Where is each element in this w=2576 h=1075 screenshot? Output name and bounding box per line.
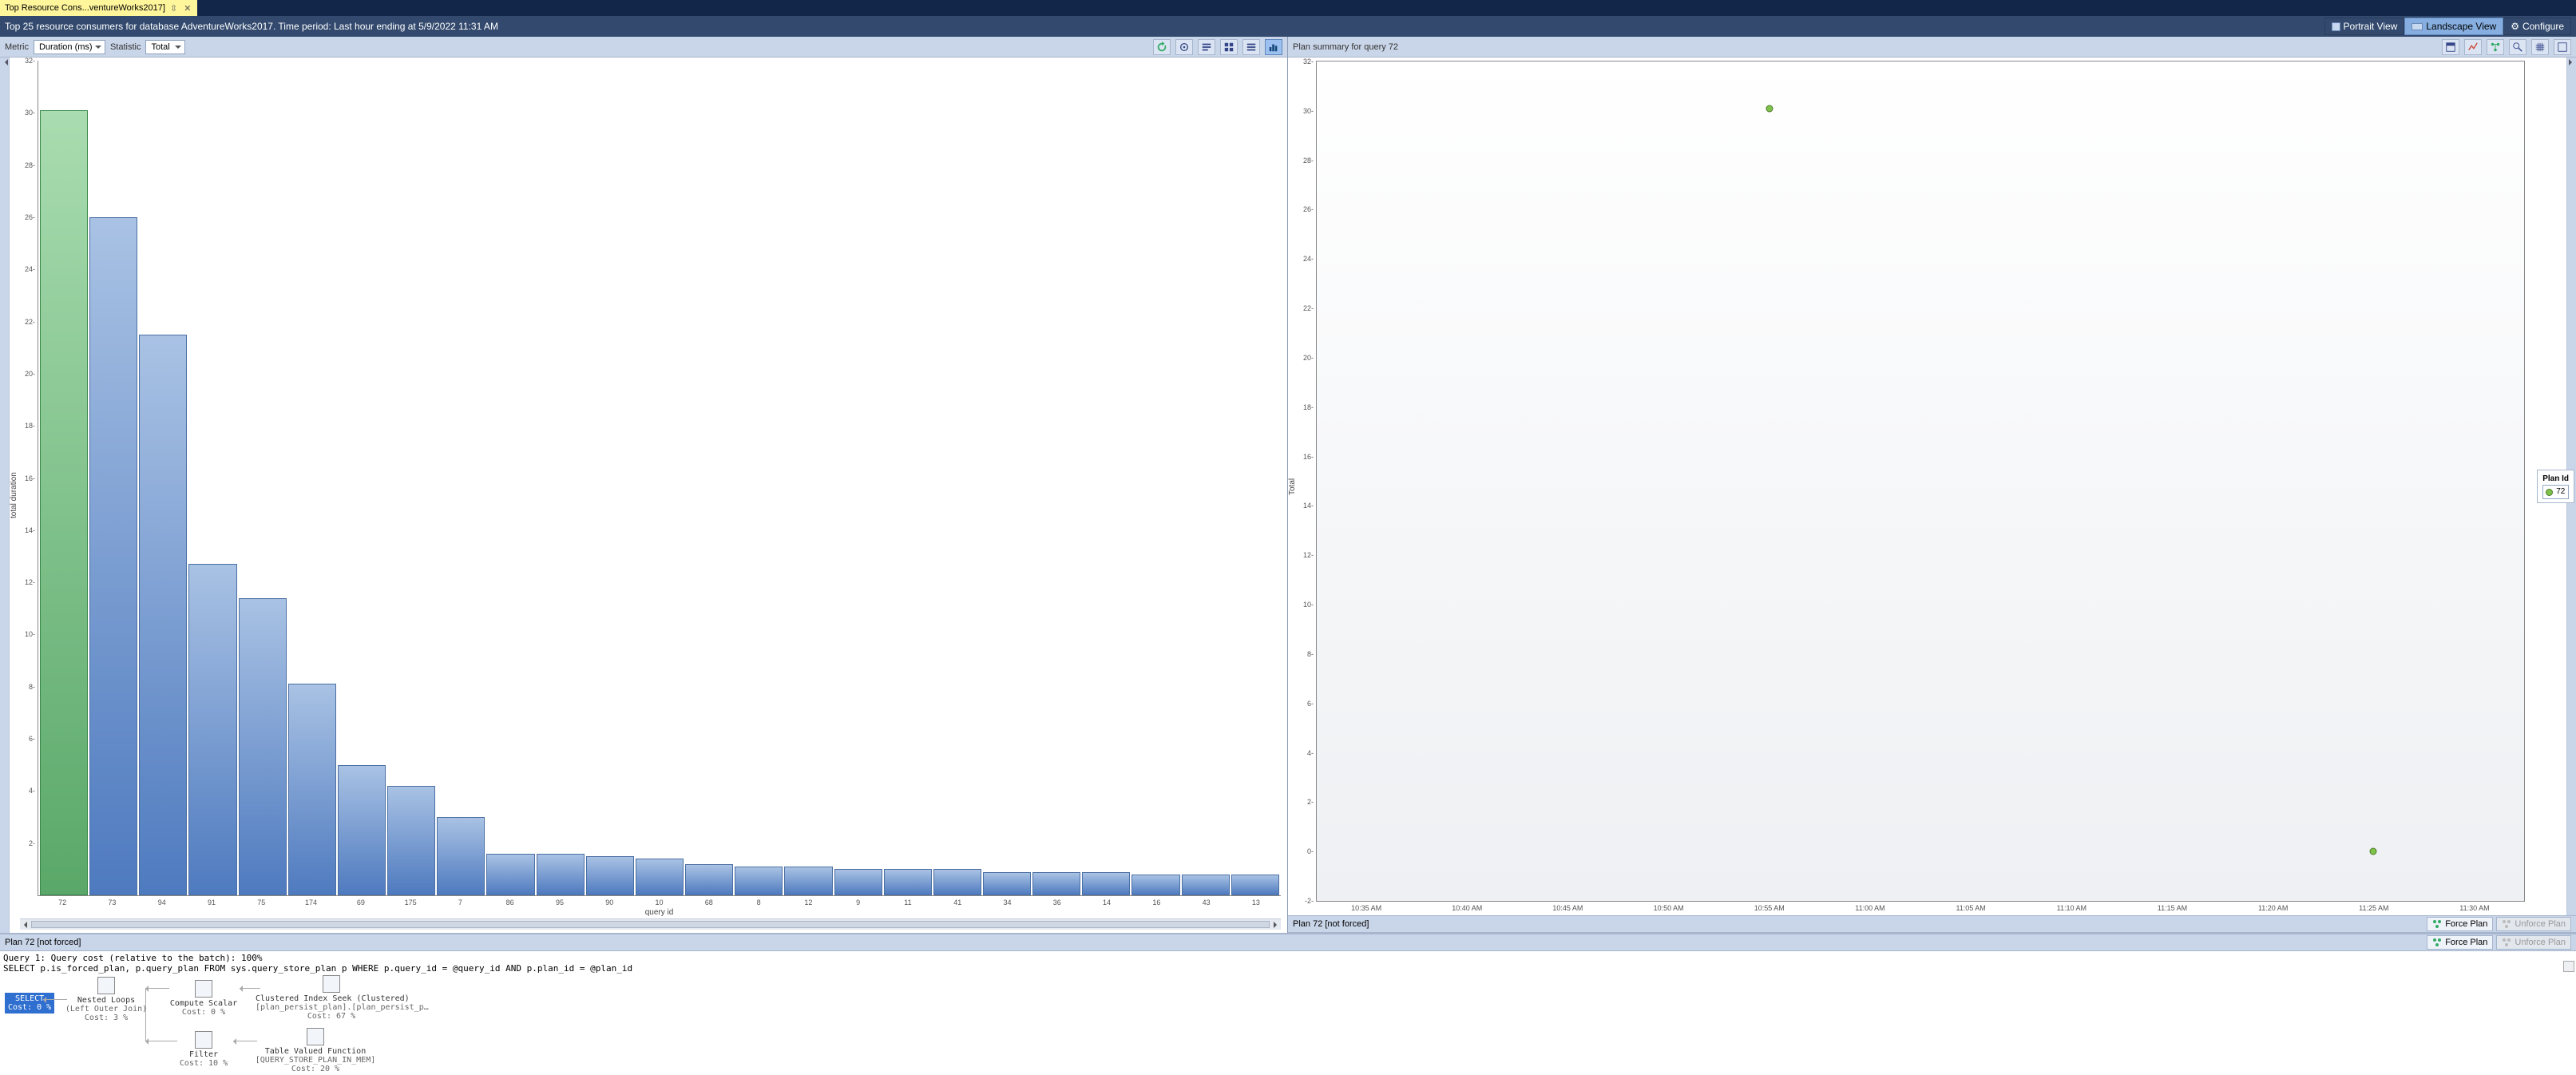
bar[interactable] [40, 110, 88, 895]
bar[interactable] [537, 854, 585, 895]
filter-icon [195, 1031, 212, 1049]
compute-icon [195, 980, 212, 998]
bar[interactable] [437, 817, 485, 895]
plan-node-compute-scalar[interactable]: Compute Scalar Cost: 0 % [164, 980, 244, 1017]
tab-strip: Top Resource Cons...ventureWorks2017] ⇳ … [0, 0, 2576, 16]
y-axis-label: total duration [10, 58, 18, 933]
bar[interactable] [1231, 875, 1279, 895]
detail-button[interactable] [1198, 39, 1215, 55]
metric-label: Metric [5, 42, 29, 52]
bar[interactable] [1032, 872, 1080, 895]
pin-icon[interactable]: ⇳ [170, 3, 177, 14]
bar[interactable] [834, 869, 882, 895]
bar[interactable] [784, 867, 832, 895]
view-queries-button[interactable] [2442, 39, 2459, 55]
bar[interactable] [139, 335, 187, 895]
bar[interactable] [288, 684, 336, 895]
page-title: Top 25 resource consumers for database A… [5, 21, 498, 32]
left-toolbar: Metric Duration (ms) Statistic Total [0, 37, 1287, 58]
bar[interactable] [1082, 872, 1130, 895]
bar[interactable] [338, 765, 386, 895]
execution-plan-canvas[interactable]: SELECT Cost: 0 % Nested Loops (Left Oute… [0, 974, 2576, 1075]
refresh-button[interactable] [1153, 39, 1171, 55]
x-axis-label: query id [38, 906, 1281, 918]
chart-hscroll[interactable] [20, 918, 1281, 930]
scatter-y-axis-label: Total [1288, 58, 1297, 915]
metric-combo[interactable]: Duration (ms) [34, 40, 105, 54]
grid-view-button[interactable] [1220, 39, 1238, 55]
plan-header-bar: Plan 72 [not forced] Force Plan Unforce … [0, 934, 2576, 951]
query-cost-line: Query 1: Query cost (relative to the bat… [3, 953, 2573, 963]
bar[interactable] [188, 564, 236, 895]
list-view-button[interactable] [1242, 39, 1260, 55]
bar[interactable] [735, 867, 783, 895]
plan-node-tvf[interactable]: Table Valued Function [QUERY_STORE_PLAN_… [252, 1028, 379, 1073]
track-button[interactable] [1175, 39, 1193, 55]
document-tab[interactable]: Top Resource Cons...ventureWorks2017] ⇳ … [0, 0, 197, 16]
plan-header: Plan 72 [not forced] Force Plan Unforce … [1288, 915, 2576, 933]
bar[interactable] [1182, 875, 1230, 895]
unforce-plan-button: Unforce Plan [2496, 917, 2571, 931]
query-sql-line: SELECT p.is_forced_plan, p.query_plan FR… [3, 963, 2573, 974]
expand-button[interactable] [2554, 39, 2571, 55]
sql-scroll-icon[interactable] [2563, 961, 2574, 972]
unforce-plan-button: Unforce Plan [2496, 935, 2571, 950]
legend-item[interactable]: 72 [2542, 485, 2569, 499]
close-icon[interactable]: ✕ [182, 3, 192, 14]
bar[interactable] [685, 864, 733, 895]
bar[interactable] [983, 872, 1031, 895]
plan-node-nested-loops[interactable]: Nested Loops (Left Outer Join) Cost: 3 % [62, 977, 150, 1022]
plan-title-text: Plan 72 [not forced] [5, 938, 81, 947]
scatter-chart[interactable]: 32-30-28-26-24-22-20-18-16-14-12-10-8-6-… [1316, 61, 2525, 902]
grid-button[interactable] [2531, 39, 2549, 55]
statistic-label: Statistic [110, 42, 141, 52]
bar[interactable] [239, 598, 287, 895]
zoom-button[interactable] [2509, 39, 2526, 55]
loops-icon [97, 977, 115, 994]
bar[interactable] [1131, 875, 1179, 895]
portrait-view-button[interactable]: Portrait View [2324, 18, 2405, 35]
bar[interactable] [486, 854, 534, 895]
bar[interactable] [387, 786, 435, 895]
plan-title: Plan 72 [not forced] [1293, 919, 1369, 929]
data-point[interactable] [2370, 848, 2377, 855]
plan-button[interactable] [2487, 39, 2504, 55]
page-header: Top 25 resource consumers for database A… [0, 16, 2576, 37]
seek-icon [323, 975, 340, 993]
plan-node-filter[interactable]: Filter Cost: 10 % [172, 1031, 236, 1068]
plan-node-index-seek[interactable]: Clustered Index Seek (Clustered) [plan_p… [256, 975, 407, 1021]
legend-swatch-icon [2546, 489, 2553, 496]
configure-button[interactable]: ⚙ Configure [2503, 18, 2571, 35]
compare-button[interactable] [2464, 39, 2482, 55]
bar[interactable] [89, 217, 137, 895]
bar-chart[interactable]: 32-30-28-26-24-22-20-18-16-14-12-10-8-6-… [38, 61, 1281, 896]
tab-title: Top Resource Cons...ventureWorks2017] [5, 3, 165, 13]
tvf-icon [307, 1028, 324, 1045]
plan-legend: Plan Id 72 [2537, 470, 2574, 503]
force-plan-button[interactable]: Force Plan [2427, 935, 2493, 950]
plan-summary-title: Plan summary for query 72 [1293, 42, 1398, 52]
gear-icon: ⚙ [2511, 21, 2519, 32]
plan-node-select[interactable]: SELECT Cost: 0 % [5, 993, 54, 1014]
landscape-icon [2412, 23, 2423, 30]
bar[interactable] [586, 856, 634, 895]
bar[interactable] [933, 869, 981, 895]
statistic-combo[interactable]: Total [145, 40, 185, 54]
force-plan-button[interactable]: Force Plan [2427, 917, 2493, 931]
collapse-left-strip[interactable] [0, 58, 10, 933]
right-toolbar: Plan summary for query 72 [1288, 37, 2576, 58]
chart-view-button[interactable] [1265, 39, 1282, 55]
data-point[interactable] [1766, 105, 1773, 112]
bar[interactable] [884, 869, 932, 895]
portrait-icon [2332, 22, 2340, 31]
bar[interactable] [636, 859, 684, 895]
landscape-view-button[interactable]: Landscape View [2404, 18, 2503, 35]
